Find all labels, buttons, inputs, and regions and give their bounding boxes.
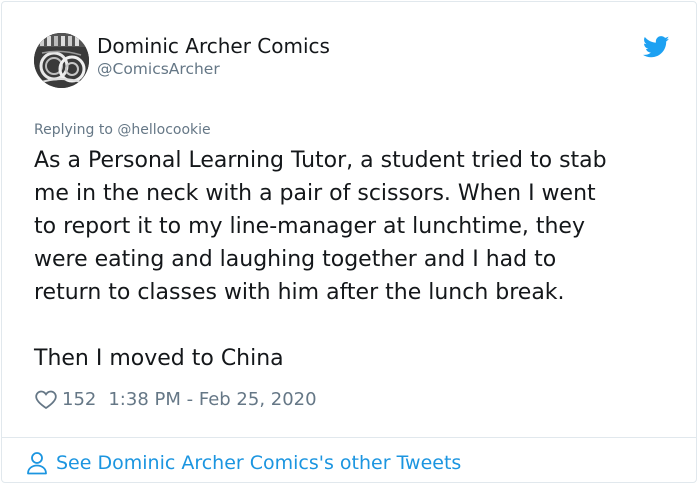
divider <box>2 437 696 438</box>
heart-outline-icon[interactable] <box>34 387 58 411</box>
tweet-line-closing: Then I moved to China <box>34 346 284 371</box>
person-outline-icon <box>27 452 47 475</box>
replying-to[interactable]: Replying to @hellocookie <box>34 122 211 138</box>
see-other-tweets-label: See Dominic Archer Comics's other Tweets <box>56 452 462 474</box>
tweet-line: to report it to my line-manager at lunch… <box>34 214 585 239</box>
author-name[interactable]: Dominic Archer Comics <box>97 34 330 58</box>
avatar[interactable] <box>34 33 89 88</box>
tweet-card: Dominic Archer Comics @ComicsArcher Repl… <box>1 1 697 483</box>
like-count[interactable]: 152 <box>62 389 96 410</box>
tweet-line: return to classes with him after the lun… <box>34 280 565 305</box>
see-other-tweets-link[interactable]: See Dominic Archer Comics's other Tweets <box>26 449 461 477</box>
avatar-image <box>34 33 89 88</box>
tweet-line: me in the neck with a pair of scissors. … <box>34 181 596 206</box>
twitter-bird-icon[interactable] <box>643 36 670 58</box>
tweet-timestamp[interactable]: 1:38 PM - Feb 25, 2020 <box>108 389 316 410</box>
tweet-text: As a Personal Learning Tutor, a student … <box>34 144 684 375</box>
author-handle[interactable]: @ComicsArcher <box>97 60 220 78</box>
tweet-meta: 152 1:38 PM - Feb 25, 2020 <box>34 385 317 413</box>
tweet-line: were eating and laughing together and I … <box>34 247 557 272</box>
tweet-line: As a Personal Learning Tutor, a student … <box>34 148 607 173</box>
